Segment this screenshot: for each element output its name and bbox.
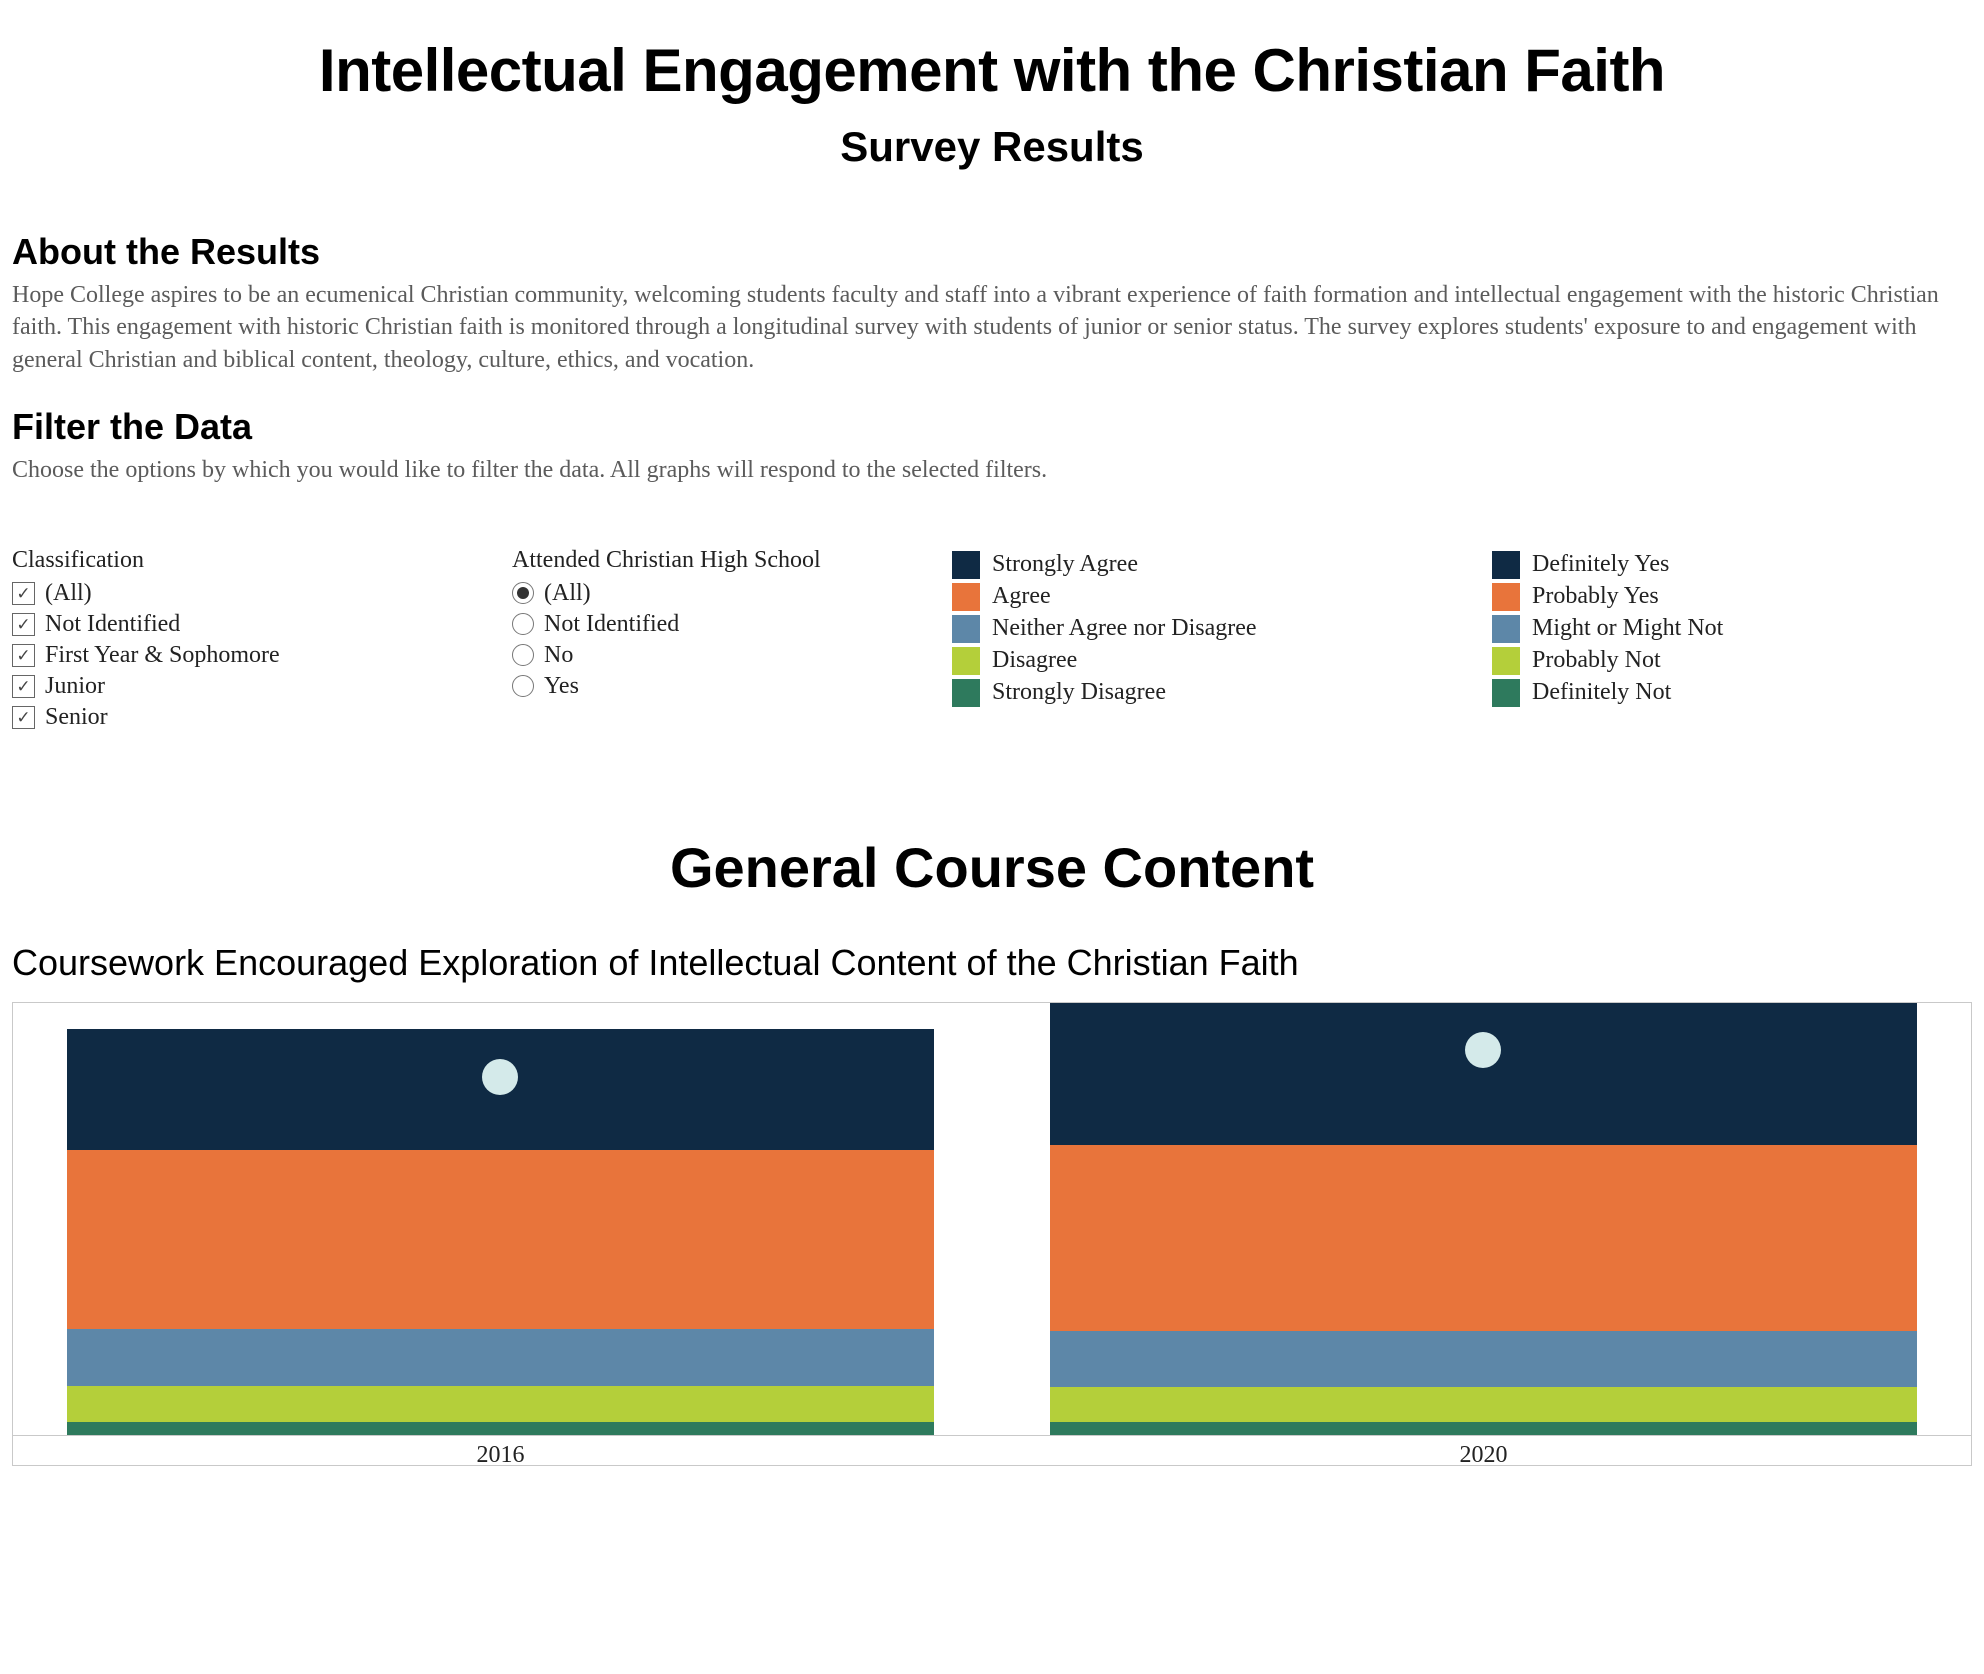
- legend-item: Definitely Not: [1492, 679, 1932, 707]
- legend-swatch: [1492, 647, 1520, 675]
- option-label: First Year & Sophomore: [45, 642, 280, 669]
- option-label: Senior: [45, 704, 108, 731]
- chart-x-axis: 2016 2020: [13, 1435, 1971, 1466]
- checkbox-icon[interactable]: ✓: [12, 706, 35, 729]
- option-label: (All): [544, 580, 591, 607]
- x-tick: 2016: [29, 1436, 972, 1466]
- bar-wrap: [1012, 1003, 1955, 1435]
- chart-frame: 2016 2020: [12, 1002, 1972, 1466]
- radio-icon[interactable]: [512, 644, 534, 666]
- option-label: No: [544, 642, 573, 669]
- legend-item: Neither Agree nor Disagree: [952, 615, 1452, 643]
- legend-agree: Strongly Agree Agree Neither Agree nor Dis…: [952, 547, 1452, 735]
- legend-swatch: [1492, 551, 1520, 579]
- bar-segment: [67, 1422, 935, 1434]
- section-title: General Course Content: [12, 835, 1972, 900]
- bar-segment: [67, 1329, 935, 1386]
- legend-label: Neither Agree nor Disagree: [992, 615, 1257, 642]
- page-subtitle: Survey Results: [12, 123, 1972, 171]
- legend-label: Might or Might Not: [1532, 615, 1723, 642]
- legend-swatch: [952, 615, 980, 643]
- highschool-option[interactable]: (All): [512, 580, 912, 607]
- legend-swatch: [1492, 583, 1520, 611]
- classification-option[interactable]: ✓ Not Identified: [12, 611, 472, 638]
- bar-segment: [1050, 1145, 1918, 1331]
- option-label: Yes: [544, 673, 579, 700]
- checkbox-icon[interactable]: ✓: [12, 582, 35, 605]
- classification-option[interactable]: ✓ (All): [12, 580, 472, 607]
- page-title: Intellectual Engagement with the Christi…: [12, 36, 1972, 105]
- bar-segment: [67, 1150, 935, 1329]
- chart-marker-dot: [482, 1059, 518, 1095]
- legend-item: Agree: [952, 583, 1452, 611]
- legend-swatch: [952, 551, 980, 579]
- filter-heading: Filter the Data: [12, 406, 1972, 448]
- legend-item: Strongly Disagree: [952, 679, 1452, 707]
- filter-body: Choose the options by which you would li…: [12, 454, 1972, 486]
- bar-segment: [1050, 1331, 1918, 1387]
- bar-wrap: [29, 1003, 972, 1435]
- classification-option[interactable]: ✓ Senior: [12, 704, 472, 731]
- legend-item: Strongly Agree: [952, 551, 1452, 579]
- checkbox-icon[interactable]: ✓: [12, 675, 35, 698]
- bar-segment: [1050, 1003, 1918, 1146]
- classification-option[interactable]: ✓ Junior: [12, 673, 472, 700]
- option-label: Junior: [45, 673, 105, 700]
- filters-row: Classification ✓ (All) ✓ Not Identified ✓ Fir…: [12, 547, 1972, 735]
- bar-segment: [1050, 1422, 1918, 1435]
- chart-title: Coursework Encouraged Exploration of Int…: [12, 942, 1972, 984]
- legend-label: Strongly Agree: [992, 551, 1138, 578]
- legend-yes: Definitely Yes Probably Yes Might or Might…: [1492, 547, 1932, 735]
- legend-item: Probably Not: [1492, 647, 1932, 675]
- legend-label: Definitely Not: [1532, 679, 1671, 706]
- option-label: Not Identified: [45, 611, 180, 638]
- legend-item: Probably Yes: [1492, 583, 1932, 611]
- x-tick: 2020: [1012, 1436, 1955, 1466]
- filter-classification-label: Classification: [12, 547, 472, 574]
- chart-plot-area: [13, 1003, 1971, 1435]
- legend-label: Strongly Disagree: [992, 679, 1166, 706]
- stacked-bar: [1050, 1003, 1918, 1435]
- highschool-option[interactable]: No: [512, 642, 912, 669]
- legend-item: Definitely Yes: [1492, 551, 1932, 579]
- highschool-option[interactable]: Yes: [512, 673, 912, 700]
- option-label: Not Identified: [544, 611, 679, 638]
- legend-label: Disagree: [992, 647, 1077, 674]
- radio-icon[interactable]: [512, 613, 534, 635]
- filter-highschool-label: Attended Christian High School: [512, 547, 912, 574]
- bar-segment: [67, 1386, 935, 1423]
- option-label: (All): [45, 580, 92, 607]
- classification-option[interactable]: ✓ First Year & Sophomore: [12, 642, 472, 669]
- filter-classification: Classification ✓ (All) ✓ Not Identified ✓ Fir…: [12, 547, 472, 735]
- legend-swatch: [1492, 615, 1520, 643]
- filter-highschool: Attended Christian High School (All) Not …: [512, 547, 912, 735]
- legend-label: Probably Yes: [1532, 583, 1659, 610]
- highschool-option[interactable]: Not Identified: [512, 611, 912, 638]
- about-body: Hope College aspires to be an ecumenical…: [12, 279, 1972, 376]
- stacked-bar: [67, 1028, 935, 1434]
- chart-marker-dot: [1465, 1032, 1501, 1068]
- checkbox-icon[interactable]: ✓: [12, 644, 35, 667]
- legend-swatch: [952, 647, 980, 675]
- legend-label: Probably Not: [1532, 647, 1661, 674]
- legend-item: Might or Might Not: [1492, 615, 1932, 643]
- bar-segment: [1050, 1387, 1918, 1422]
- checkbox-icon[interactable]: ✓: [12, 613, 35, 636]
- about-heading: About the Results: [12, 231, 1972, 273]
- legend-label: Definitely Yes: [1532, 551, 1669, 578]
- legend-item: Disagree: [952, 647, 1452, 675]
- radio-icon[interactable]: [512, 582, 534, 604]
- legend-swatch: [1492, 679, 1520, 707]
- radio-icon[interactable]: [512, 675, 534, 697]
- legend-swatch: [952, 583, 980, 611]
- legend-label: Agree: [992, 583, 1051, 610]
- legend-swatch: [952, 679, 980, 707]
